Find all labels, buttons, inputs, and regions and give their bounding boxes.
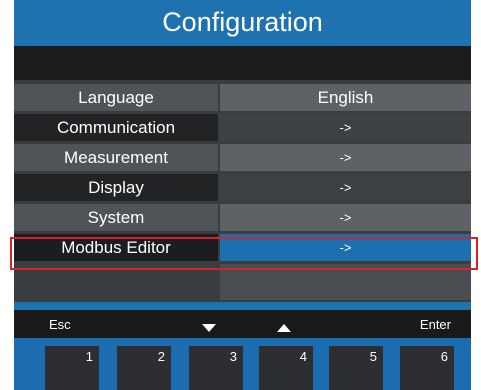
menu-item-arrow: ->	[220, 204, 471, 231]
bottom-accent-line	[14, 302, 471, 310]
menu-item-system[interactable]: System ->	[14, 204, 471, 231]
menu-item-arrow: ->	[220, 144, 471, 171]
page-title: Configuration	[14, 0, 471, 46]
menu-item-value: English	[220, 84, 471, 111]
function-key-6[interactable]: 6	[400, 346, 454, 390]
function-key-5[interactable]: 5	[329, 346, 383, 390]
menu-item-label: Language	[14, 84, 218, 111]
function-key-3[interactable]: 3	[189, 346, 243, 390]
menu-item-measurement[interactable]: Measurement ->	[14, 144, 471, 171]
function-key-1[interactable]: 1	[45, 346, 99, 390]
softkey-enter-label: Enter	[419, 317, 451, 332]
menu-item-language[interactable]: Language English	[14, 84, 471, 111]
menu-item-label: Communication	[14, 114, 218, 141]
menu-item-label: Display	[14, 174, 218, 201]
menu-item-label: System	[14, 204, 218, 231]
selection-highlight-box	[10, 237, 478, 270]
function-key-4[interactable]: 4	[259, 346, 313, 390]
softkey-esc-label: Esc	[49, 317, 71, 332]
menu-item-arrow: ->	[220, 114, 471, 141]
triangle-down-icon	[202, 320, 216, 335]
triangle-up-icon	[277, 320, 291, 335]
function-keypad: 1 2 3 4 5 6	[14, 338, 471, 390]
menu-item-communication[interactable]: Communication ->	[14, 114, 471, 141]
menu-item-label: Measurement	[14, 144, 218, 171]
softkey-bar: Esc Enter	[14, 310, 471, 338]
menu-item-display[interactable]: Display ->	[14, 174, 471, 201]
header-spacer	[14, 46, 471, 80]
function-key-2[interactable]: 2	[117, 346, 171, 390]
menu-item-arrow: ->	[220, 174, 471, 201]
